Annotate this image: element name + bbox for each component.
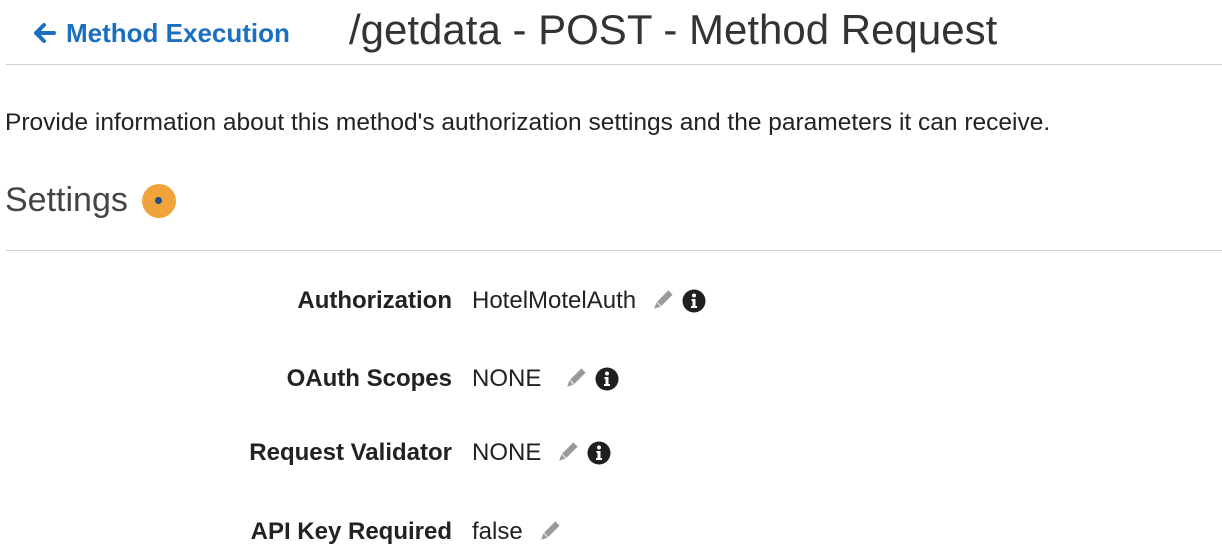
settings-status-icon[interactable] — [141, 183, 176, 218]
page-title: /getdata - POST - Method Request — [349, 6, 998, 53]
authorization-info-icon[interactable] — [682, 289, 706, 313]
back-to-method-execution-link[interactable]: Method Execution — [34, 16, 290, 50]
oauth-scopes-info-icon[interactable] — [595, 367, 619, 391]
authorization-label: Authorization — [297, 287, 452, 314]
settings-divider — [6, 250, 1222, 251]
api-key-required-value: false — [472, 518, 523, 545]
back-link-label: Method Execution — [66, 17, 290, 48]
settings-row-authorization: Authorization HotelMotelAuth — [0, 283, 706, 319]
oauth-scopes-value: NONE — [472, 365, 542, 392]
page-description: Provide information about this method's … — [5, 109, 1051, 136]
authorization-value: HotelMotelAuth — [472, 287, 637, 314]
request-validator-info-icon[interactable] — [587, 441, 611, 465]
edit-api-key-required-pencil-icon[interactable] — [537, 520, 561, 544]
edit-request-validator-pencil-icon[interactable] — [555, 441, 579, 465]
request-validator-value: NONE — [472, 439, 542, 466]
header-divider — [6, 64, 1222, 65]
settings-row-api-key-required: API Key Required false — [0, 514, 561, 550]
request-validator-label: Request Validator — [249, 439, 452, 466]
settings-row-request-validator: Request Validator NONE — [0, 435, 611, 471]
edit-oauth-scopes-pencil-icon[interactable] — [563, 367, 587, 391]
page-header: Method Execution /getdata - POST - Metho… — [0, 0, 1222, 64]
oauth-scopes-label: OAuth Scopes — [286, 365, 452, 392]
settings-heading-label: Settings — [5, 181, 128, 219]
settings-row-oauth-scopes: OAuth Scopes NONE — [0, 361, 619, 397]
edit-authorization-pencil-icon[interactable] — [650, 289, 674, 313]
arrow-left-icon — [34, 23, 56, 43]
api-key-required-label: API Key Required — [250, 518, 452, 545]
settings-heading: Settings — [5, 181, 176, 220]
